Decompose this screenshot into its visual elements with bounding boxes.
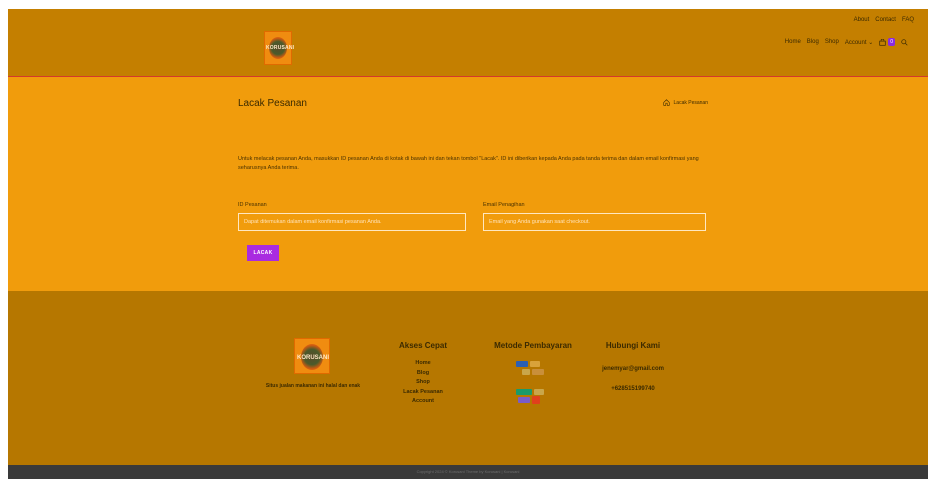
- footer-link-track-order[interactable]: Lacak Pesanan: [388, 388, 458, 398]
- contact-heading: Hubungi Kami: [605, 341, 661, 350]
- logo-text: KORUSANI: [266, 45, 295, 51]
- billing-email-label: Email Penagihan: [483, 202, 525, 208]
- gopay-logo-icon: [516, 389, 532, 395]
- footer-logo[interactable]: KORUSANI: [294, 338, 330, 374]
- cart-count-badge: 0: [888, 38, 895, 46]
- contact-info: jenemyar@gmail.com +628515199740: [583, 359, 683, 399]
- shopeepay-logo-icon: [532, 396, 540, 404]
- nav-home[interactable]: Home: [785, 39, 801, 45]
- footer-link-blog[interactable]: Blog: [388, 369, 458, 379]
- footer-link-account[interactable]: Account: [388, 397, 458, 407]
- payment-methods-heading: Metode Pembayaran: [494, 341, 572, 350]
- quick-links: Home Blog Shop Lacak Pesanan Account: [388, 359, 458, 407]
- footer-link-shop[interactable]: Shop: [388, 378, 458, 388]
- cart-icon: [879, 38, 886, 46]
- nav-account[interactable]: Account ⌄: [845, 39, 873, 46]
- order-id-label: ID Pesanan: [238, 202, 267, 208]
- track-button[interactable]: LACAK: [247, 245, 279, 261]
- main-nav: Home Blog Shop Account ⌄ 0: [785, 38, 908, 46]
- chevron-down-icon: ⌄: [868, 39, 874, 46]
- nav-account-label: Account: [844, 39, 867, 46]
- page-frame: About Contact FAQ KORUSANI Home Blog Sho…: [8, 9, 928, 479]
- billing-email-input[interactable]: [483, 213, 706, 231]
- ovo-logo-icon: [518, 397, 530, 403]
- bank-transfer-logo-icon: [532, 369, 544, 375]
- intro-text: Untuk melacak pesanan Anda, masukkan ID …: [238, 156, 699, 171]
- main-content: Lacak Pesanan Lacak Pesanan Untuk melaca…: [8, 77, 928, 291]
- footer-tagline: Situs jualan makanan ini halal dan enak: [265, 383, 361, 389]
- nav-blog[interactable]: Blog: [807, 39, 819, 45]
- wallet-logo-icon: [534, 389, 544, 395]
- payment-logos: [504, 359, 560, 429]
- nav-shop[interactable]: Shop: [825, 39, 839, 45]
- page-title: Lacak Pesanan: [238, 98, 307, 109]
- footer-logo-text: KORUSANI: [296, 355, 329, 361]
- order-id-input[interactable]: [238, 213, 466, 231]
- contact-phone[interactable]: +628515199740: [583, 379, 683, 399]
- breadcrumb-current: Lacak Pesanan: [673, 99, 708, 106]
- cart-button[interactable]: 0: [879, 38, 895, 46]
- top-link-faq[interactable]: FAQ: [902, 17, 914, 23]
- search-icon[interactable]: [901, 38, 908, 46]
- visa-logo-icon: [516, 361, 528, 367]
- top-links: About Contact FAQ: [854, 17, 914, 23]
- top-link-contact[interactable]: Contact: [875, 17, 896, 23]
- site-footer: KORUSANI Situs jualan makanan ini halal …: [8, 291, 928, 465]
- footer-link-home[interactable]: Home: [388, 359, 458, 369]
- breadcrumb: Lacak Pesanan: [662, 99, 708, 106]
- contact-email[interactable]: jenemyar@gmail.com: [583, 359, 683, 379]
- bank-logo-icon: [522, 369, 530, 375]
- site-header: About Contact FAQ KORUSANI Home Blog Sho…: [8, 9, 928, 77]
- copyright-text: Copyright 2024 © Korusani Theme by Korus…: [416, 469, 520, 474]
- top-link-about[interactable]: About: [854, 17, 870, 23]
- site-logo[interactable]: KORUSANI: [264, 31, 295, 65]
- quick-access-heading: Akses Cepat: [398, 341, 448, 350]
- mastercard-logo-icon: [530, 361, 540, 367]
- home-icon[interactable]: [662, 99, 670, 106]
